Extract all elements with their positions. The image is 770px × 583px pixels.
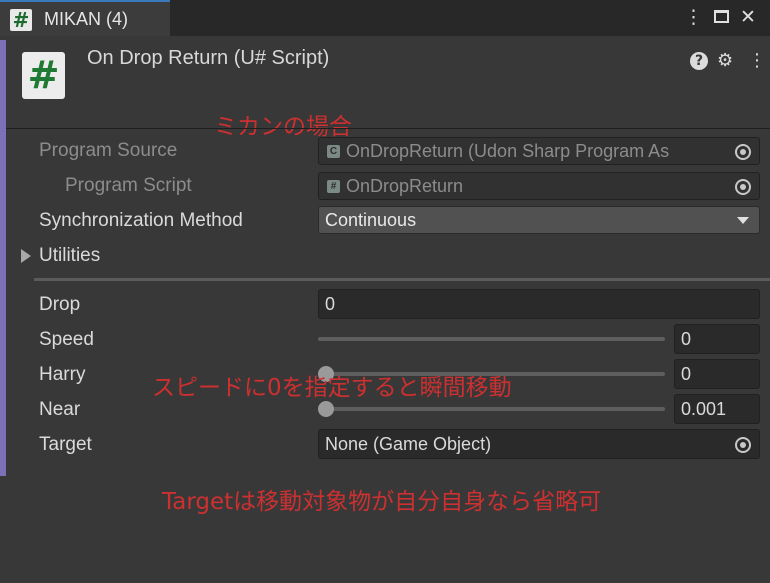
near-slider-handle[interactable] bbox=[318, 401, 334, 417]
utilities-foldout[interactable]: Utilities bbox=[39, 245, 100, 267]
chevron-down-icon bbox=[737, 217, 749, 224]
component-menu-icon[interactable]: ⋮ bbox=[748, 50, 766, 71]
header-divider bbox=[6, 128, 770, 129]
target-label: Target bbox=[39, 434, 92, 455]
sync-method-label: Synchronization Method bbox=[39, 210, 243, 231]
harry-input[interactable]: 0 bbox=[674, 359, 760, 389]
harry-label: Harry bbox=[39, 364, 86, 385]
object-picker-icon[interactable] bbox=[735, 437, 751, 453]
near-slider-track[interactable] bbox=[318, 407, 665, 411]
script-icon: # bbox=[22, 52, 65, 99]
speed-slider-track[interactable] bbox=[318, 337, 665, 341]
script-icon: # bbox=[327, 180, 340, 193]
object-picker-icon[interactable] bbox=[735, 144, 751, 160]
target-object-field[interactable]: None (Game Object) bbox=[318, 429, 760, 459]
annotation-target: Targetは移動対象物が自分自身なら省略可 bbox=[162, 489, 602, 515]
object-picker-icon[interactable] bbox=[735, 179, 751, 195]
speed-label: Speed bbox=[39, 329, 94, 350]
more-options-icon[interactable]: ⋮ bbox=[684, 6, 703, 28]
maximize-icon[interactable] bbox=[714, 10, 729, 23]
annotation-mikan: ミカンの場合 bbox=[214, 114, 352, 140]
script-icon: # bbox=[10, 9, 32, 31]
selection-accent-bar bbox=[0, 40, 6, 476]
sync-method-dropdown[interactable]: Continuous bbox=[318, 206, 760, 234]
presets-icon[interactable]: ⚙ bbox=[717, 50, 733, 71]
tab-bar: # MIKAN (4) ⋮ ✕ bbox=[0, 0, 770, 36]
foldout-arrow-icon[interactable] bbox=[21, 249, 31, 263]
annotation-speed: スピードに0を指定すると瞬間移動 bbox=[152, 375, 512, 401]
component-title[interactable]: On Drop Return (U# Script) bbox=[87, 47, 329, 70]
program-script-label: Program Script bbox=[65, 175, 192, 196]
near-label: Near bbox=[39, 399, 81, 420]
speed-input[interactable]: 0 bbox=[674, 324, 760, 354]
tab-mikan[interactable]: # MIKAN (4) bbox=[0, 0, 170, 36]
near-input[interactable]: 0.001 bbox=[674, 394, 760, 424]
program-source-field[interactable]: C OnDropReturn (Udon Sharp Program As bbox=[318, 137, 760, 165]
program-script-field[interactable]: # OnDropReturn bbox=[318, 172, 760, 200]
asset-icon: C bbox=[327, 145, 340, 158]
program-source-label: Program Source bbox=[39, 140, 178, 161]
help-icon[interactable]: ? bbox=[690, 52, 708, 70]
drop-label: Drop bbox=[39, 294, 81, 315]
drop-input[interactable]: 0 bbox=[318, 289, 760, 319]
close-icon[interactable]: ✕ bbox=[740, 6, 756, 28]
section-separator bbox=[34, 278, 770, 281]
tab-label: MIKAN (4) bbox=[44, 9, 129, 29]
